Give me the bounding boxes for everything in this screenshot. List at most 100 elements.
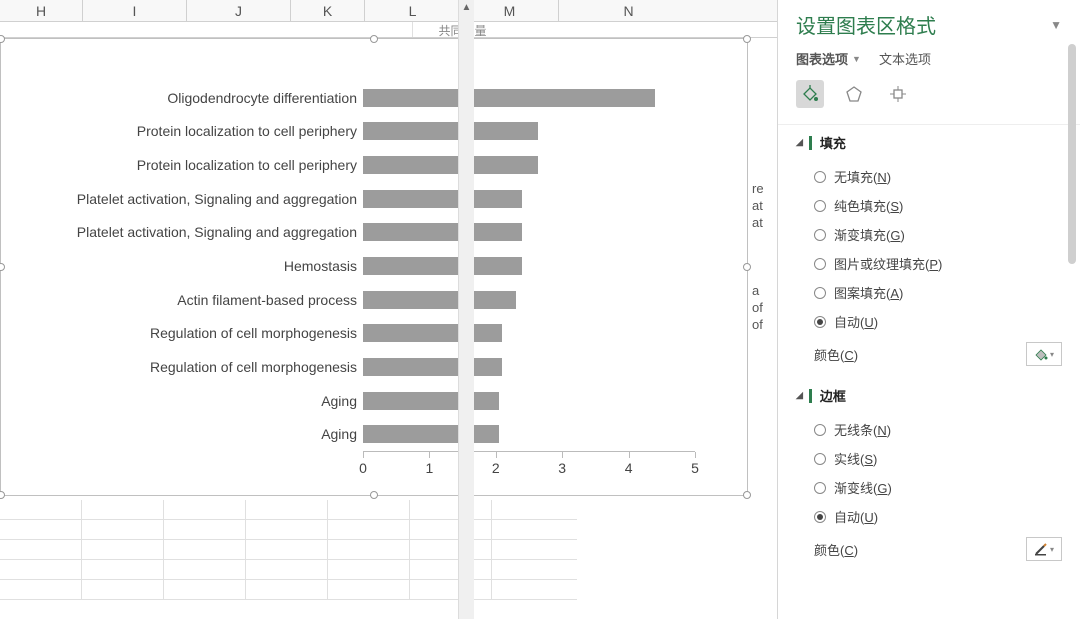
- radio-icon: [814, 424, 826, 436]
- radio-label: 自动(U): [834, 312, 878, 331]
- fill-option-picture[interactable]: 图片或纹理填充(P): [796, 249, 1062, 278]
- radio-icon: [814, 482, 826, 494]
- tab-text-options[interactable]: 文本选项: [879, 49, 931, 68]
- chart-bar[interactable]: [363, 324, 502, 342]
- radio-icon: [814, 171, 826, 183]
- radio-icon: [814, 453, 826, 465]
- fill-option-pattern[interactable]: 图案填充(A): [796, 278, 1062, 307]
- column-header[interactable]: M: [460, 0, 558, 21]
- fill-color-picker[interactable]: ▾: [1026, 342, 1062, 366]
- section-fill-header[interactable]: ◢ 填充: [796, 133, 1062, 152]
- radio-icon: [814, 287, 826, 299]
- column-header[interactable]: K: [290, 0, 364, 21]
- radio-label: 渐变线(G): [834, 478, 892, 497]
- resize-handle[interactable]: [743, 263, 751, 271]
- chart-bar[interactable]: [363, 190, 522, 208]
- radio-icon: [814, 511, 826, 523]
- section-border-header[interactable]: ◢ 边框: [796, 386, 1062, 405]
- column-headers[interactable]: HIJKLMN: [0, 0, 777, 22]
- radio-label: 自动(U): [834, 507, 878, 526]
- fill-option-gradient[interactable]: 渐变填充(G): [796, 220, 1062, 249]
- column-header[interactable]: I: [82, 0, 186, 21]
- column-header[interactable]: H: [0, 0, 82, 21]
- obscured-cell-text: reatataofof: [752, 180, 772, 333]
- radio-label: 图片或纹理填充(P): [834, 254, 942, 273]
- category-label: Platelet activation, Signaling and aggre…: [0, 223, 357, 241]
- worksheet-grid[interactable]: [0, 500, 577, 619]
- border-option-solid[interactable]: 实线(S): [796, 444, 1062, 473]
- border-option-gradient[interactable]: 渐变线(G): [796, 473, 1062, 502]
- fill-option-none[interactable]: 无填充(N): [796, 162, 1062, 191]
- pane-scrollbar[interactable]: [1068, 44, 1076, 613]
- chart-bar[interactable]: [363, 358, 502, 376]
- accent-bar: [809, 389, 812, 403]
- pentagon-icon[interactable]: [840, 80, 868, 108]
- chart-bar[interactable]: [363, 156, 538, 174]
- axis-tick-label: 5: [691, 460, 699, 476]
- dropdown-icon: ▼: [852, 54, 861, 64]
- resize-handle[interactable]: [370, 491, 378, 499]
- chart-bar[interactable]: [363, 392, 499, 410]
- scroll-thumb[interactable]: [1068, 44, 1076, 264]
- pane-title-row: 设置图表区格式 ▼: [796, 10, 1062, 39]
- tab-label: 图表选项: [796, 49, 848, 68]
- border-color-picker[interactable]: ▾: [1026, 537, 1062, 561]
- size-pos-icon[interactable]: [884, 80, 912, 108]
- border-option-auto[interactable]: 自动(U): [796, 502, 1062, 531]
- radio-label: 渐变填充(G): [834, 225, 905, 244]
- border-option-none[interactable]: 无线条(N): [796, 415, 1062, 444]
- tab-label: 文本选项: [879, 49, 931, 68]
- column-header[interactable]: N: [558, 0, 698, 21]
- radio-icon: [814, 229, 826, 241]
- column-header[interactable]: J: [186, 0, 290, 21]
- radio-icon: [814, 258, 826, 270]
- resize-handle[interactable]: [743, 491, 751, 499]
- category-label: Platelet activation, Signaling and aggre…: [0, 190, 357, 208]
- section-label: 边框: [820, 386, 846, 405]
- category-label: Protein localization to cell periphery: [0, 122, 357, 140]
- fill-option-auto[interactable]: 自动(U): [796, 307, 1062, 336]
- value-axis[interactable]: 012345: [363, 451, 695, 483]
- vertical-scrollbar[interactable]: ▲: [458, 0, 474, 619]
- resize-handle[interactable]: [370, 35, 378, 43]
- resize-handle[interactable]: [0, 491, 5, 499]
- border-color-row: 颜色(C) ▾: [796, 531, 1062, 567]
- fill-color-row: 颜色(C) ▾: [796, 336, 1062, 372]
- paint-bucket-icon[interactable]: [796, 80, 824, 108]
- radio-label: 无填充(N): [834, 167, 891, 186]
- category-label: Regulation of cell morphogenesis: [0, 324, 357, 342]
- chart-bar[interactable]: [363, 223, 522, 241]
- chart-object[interactable]: AgingAgingRegulation of cell morphogenes…: [0, 38, 748, 496]
- scroll-up-icon[interactable]: ▲: [459, 0, 474, 16]
- pane-menu-icon[interactable]: ▼: [1050, 18, 1062, 32]
- category-label: Hemostasis: [0, 257, 357, 275]
- radio-icon: [814, 316, 826, 328]
- category-label: Aging: [0, 425, 357, 443]
- radio-label: 无线条(N): [834, 420, 891, 439]
- category-label: Protein localization to cell periphery: [0, 156, 357, 174]
- radio-label: 图案填充(A): [834, 283, 903, 302]
- column-header[interactable]: L: [364, 0, 460, 21]
- resize-handle[interactable]: [0, 35, 5, 43]
- category-label: Actin filament-based process: [0, 291, 357, 309]
- section-label: 填充: [820, 133, 846, 152]
- category-label: Oligodendrocyte differentiation: [0, 89, 357, 107]
- chart-bar[interactable]: [363, 122, 538, 140]
- border-color-label: 颜色(C): [814, 540, 858, 559]
- tab-chart-options[interactable]: 图表选项 ▼: [796, 49, 861, 68]
- resize-handle[interactable]: [743, 35, 751, 43]
- chart-bar[interactable]: [363, 89, 655, 107]
- collapse-icon: ◢: [796, 390, 803, 401]
- radio-icon: [814, 200, 826, 212]
- row-header-strip: 共同数量: [0, 22, 777, 38]
- fill-option-solid[interactable]: 纯色填充(S): [796, 191, 1062, 220]
- axis-tick-label: 2: [492, 460, 500, 476]
- chart-bar[interactable]: [363, 257, 522, 275]
- plot-area[interactable]: [363, 81, 695, 449]
- chart-bar[interactable]: [363, 425, 499, 443]
- worksheet-area: HIJKLMN 共同数量 AgingAgingRegulation of cel…: [0, 0, 777, 619]
- chart-bar[interactable]: [363, 291, 516, 309]
- pane-tabs: 图表选项 ▼ 文本选项: [796, 49, 1062, 68]
- collapse-icon: ◢: [796, 137, 803, 148]
- axis-tick-label: 0: [359, 460, 367, 476]
